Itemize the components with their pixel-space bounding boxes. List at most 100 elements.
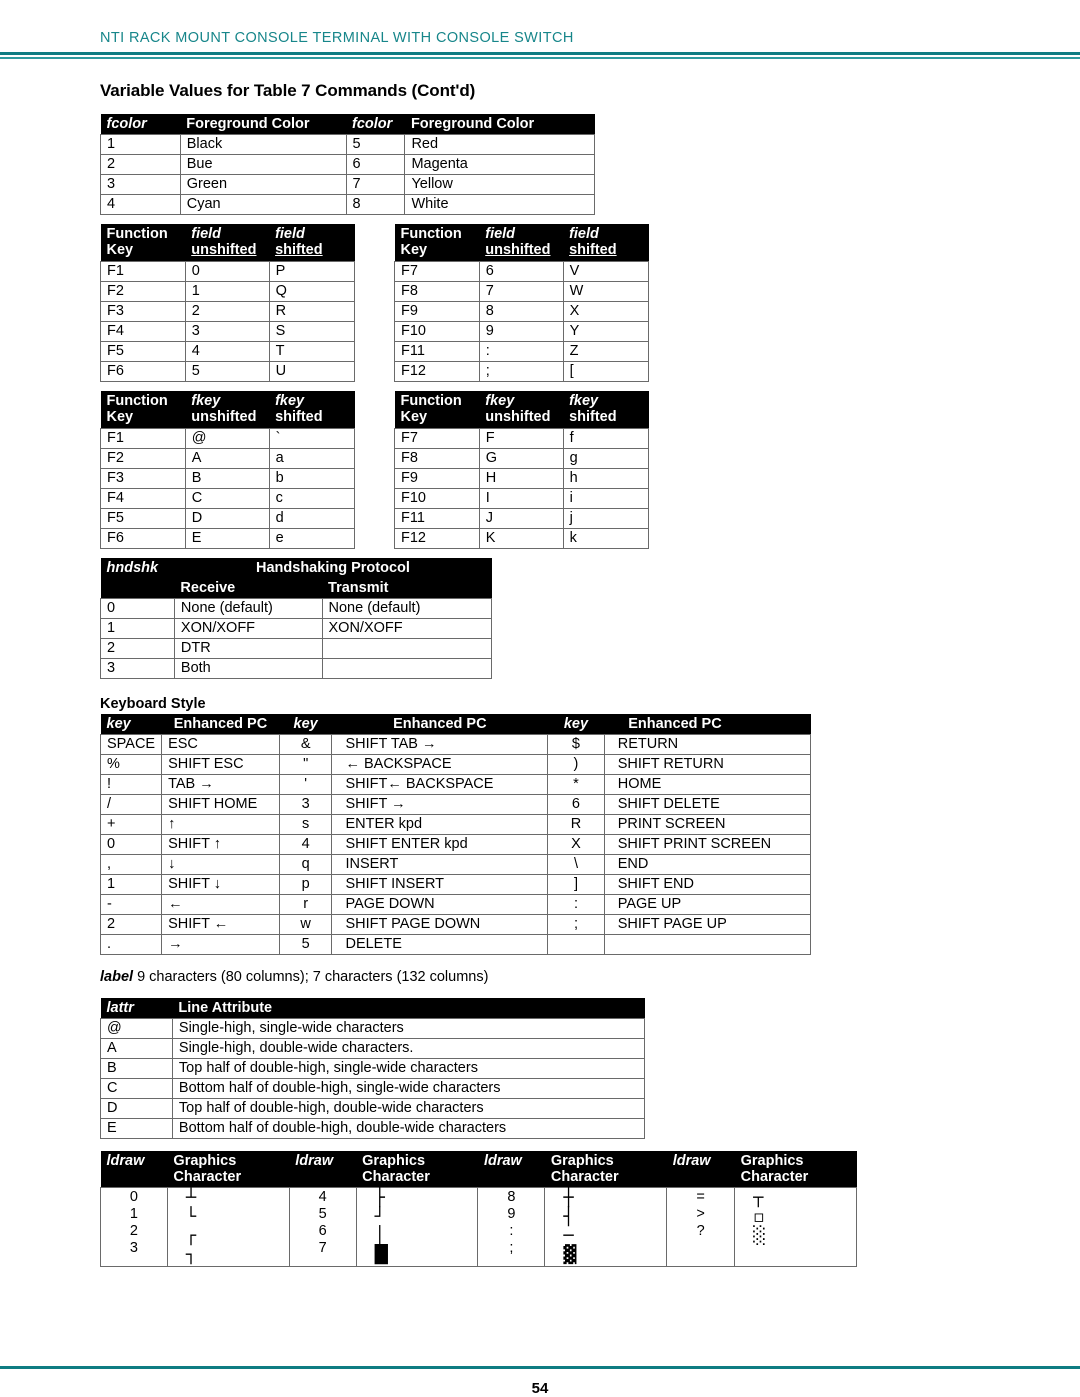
cell: 9: [478, 321, 564, 342]
field-table-right: Function Key field unshifted field shift…: [394, 224, 650, 382]
lattr-header-attribute: Line Attribute: [172, 998, 645, 1019]
header-line-1: field: [275, 226, 305, 242]
header-rule-group: [0, 52, 1080, 59]
cell: F9: [394, 301, 480, 322]
cell: q: [278, 854, 333, 875]
cell: F2: [100, 281, 186, 302]
table-row: F4 3 S: [100, 321, 356, 342]
cell: F1: [100, 261, 186, 282]
lattr-header-code: lattr: [100, 998, 173, 1019]
table-row: F1 @ `: [100, 428, 356, 449]
table-header-row: Function Key fkey unshifted fkey shifted: [394, 391, 649, 429]
header-line-2: Key: [400, 242, 428, 258]
table-row: 0 1 2 3 ┴ └ ┌ ┐ 4 5 6 7 ├ ┘ │ █ 8 9: ; …: [100, 1187, 857, 1267]
cell: J: [478, 508, 564, 529]
cell: [321, 638, 493, 659]
cell: F5: [100, 508, 186, 529]
cell: &: [278, 734, 333, 755]
cell: Z: [562, 341, 650, 362]
cell: INSERT: [331, 854, 549, 875]
header-line-1: Graphics: [173, 1153, 237, 1169]
code: 3: [129, 1240, 138, 1256]
header-line-1: Function: [400, 226, 462, 242]
cell: F5: [100, 341, 186, 362]
code: ;: [509, 1240, 514, 1256]
cell: d: [268, 508, 356, 529]
table-row: , ↓ q INSERT \ END: [99, 854, 812, 875]
code: 2: [129, 1223, 138, 1239]
cell: B: [100, 1058, 173, 1079]
header-line-2: shifted: [569, 242, 617, 258]
cell: SHIFT ENTER kpd: [331, 834, 549, 855]
header-fkey-shifted: fkey shifted: [269, 391, 355, 429]
cell: 2: [100, 638, 175, 659]
table-row: F8 G g: [394, 448, 650, 469]
table-row: F2 A a: [100, 448, 356, 469]
cell: h: [562, 468, 650, 489]
cell: :: [547, 894, 605, 915]
cell: A: [100, 1038, 173, 1059]
header-field-shifted: field shifted: [269, 224, 355, 262]
kb-header-key-1: key: [100, 714, 162, 735]
header-fkey-unshifted: fkey unshifted: [479, 391, 564, 429]
table-row: C Bottom half of double-high, single-wid…: [100, 1078, 646, 1099]
cell: 6: [478, 261, 564, 282]
cell: RETURN: [603, 734, 812, 755]
ldraw-glyphs-3: ┼ ┤ ─ ▓: [544, 1187, 668, 1267]
code: 7: [318, 1240, 327, 1256]
header-line-2: shifted: [569, 409, 617, 425]
cell: PAGE DOWN: [331, 894, 549, 915]
cell: c: [268, 488, 356, 509]
graphics-glyph: █: [374, 1245, 388, 1265]
graphics-glyph: ┌: [185, 1226, 197, 1246]
fcolor-header-code-1: fcolor: [100, 114, 181, 135]
header-line-2: Character: [173, 1169, 242, 1185]
cell: 7: [345, 174, 406, 195]
cell: F12: [394, 528, 480, 549]
code: ?: [696, 1223, 705, 1239]
cell: K: [478, 528, 564, 549]
cell: ,: [99, 854, 163, 875]
cell: W: [562, 281, 650, 302]
cell: ↑: [161, 814, 280, 835]
hndshk-subheader-receive: Receive: [174, 578, 323, 599]
cell: C: [184, 488, 270, 509]
cell: X: [547, 834, 605, 855]
header-line-1: fkey: [275, 393, 305, 409]
cell: END: [603, 854, 812, 875]
cell: PRINT SCREEN: [603, 814, 812, 835]
table-row: F5 D d: [100, 508, 356, 529]
header-line-1: Function: [400, 393, 462, 409]
cell: 5: [278, 934, 333, 955]
cell: 3: [184, 321, 270, 342]
table-row: F7 6 V: [394, 261, 650, 282]
cell: F: [478, 428, 564, 449]
page-footer: 54: [0, 1366, 1080, 1397]
table-row: F6 5 U: [100, 361, 356, 382]
ldraw-header-code-1: ldraw: [100, 1151, 168, 1188]
header-line-1: field: [485, 226, 516, 242]
cell: P: [268, 261, 356, 282]
ldraw-glyphs-1: ┴ └ ┌ ┐: [166, 1187, 290, 1267]
cell: F6: [100, 361, 186, 382]
header-line-2: Key: [106, 409, 134, 425]
cell: Magenta: [404, 154, 595, 175]
cell: @: [184, 428, 270, 449]
cell: s: [278, 814, 333, 835]
table-row: F3 2 R: [100, 301, 356, 322]
cell: 1: [100, 134, 181, 155]
cell: Bottom half of double-high, single-wide …: [171, 1078, 646, 1099]
cell: F2: [100, 448, 186, 469]
lattr-table: lattr Line Attribute @ Single-high, sing…: [100, 998, 646, 1139]
table-row: % SHIFT ESC " ← BACKSPACE ) SHIFT RETURN: [99, 754, 812, 775]
cell: SHIFT ↓: [161, 874, 280, 895]
cell: .: [99, 934, 163, 955]
glyph-stack: ├ ┘ │ █: [375, 1189, 472, 1265]
cell: Single-high, double-wide characters.: [171, 1038, 646, 1059]
cell: S: [268, 321, 356, 342]
code: =: [696, 1189, 705, 1205]
cell: !: [99, 774, 163, 795]
header-line-1: Graphics: [550, 1153, 614, 1169]
page-content: Variable Values for Table 7 Commands (Co…: [0, 81, 1080, 1267]
cell: PAGE UP: [603, 894, 812, 915]
